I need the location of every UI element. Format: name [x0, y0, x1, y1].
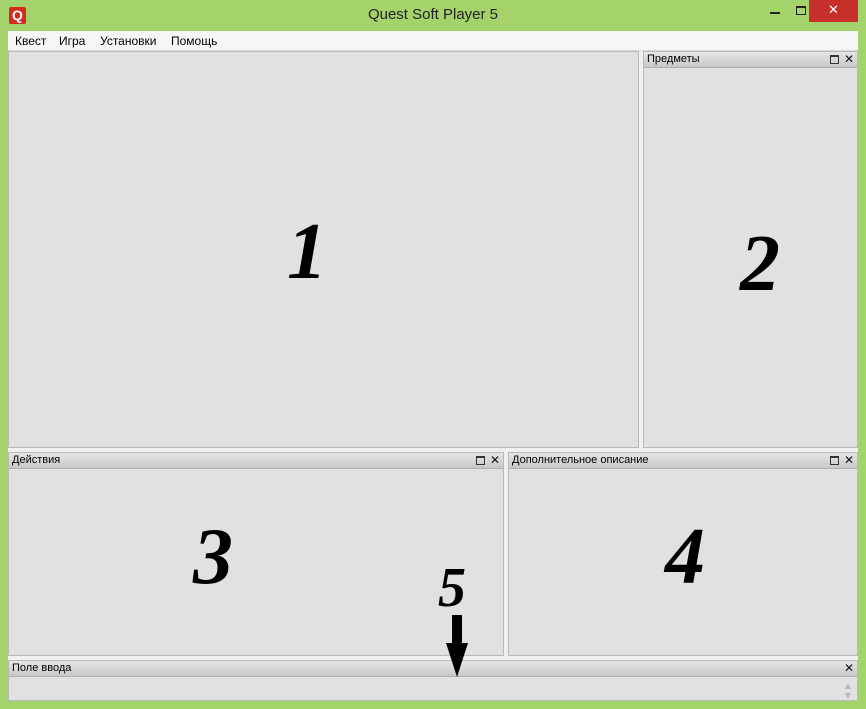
input-panel-header[interactable]: Поле ввода ✕: [9, 661, 857, 677]
input-panel: Поле ввода ✕ ▲ ▼: [8, 660, 858, 701]
menu-bar: Квест Игра Установки Помощь: [8, 31, 858, 51]
panel-number-label: 1: [287, 208, 327, 296]
panel-number-label: 4: [665, 513, 705, 601]
input-number-label: 5: [438, 557, 466, 619]
items-panel[interactable]: Предметы ✕ 2: [643, 51, 858, 448]
items-panel-header[interactable]: Предметы ✕: [644, 52, 857, 68]
minimize-icon: [770, 12, 780, 14]
close-icon: ✕: [828, 3, 839, 18]
panel-close-icon[interactable]: ✕: [844, 52, 854, 67]
down-arrow-icon: [452, 615, 462, 645]
items-panel-title: Предметы: [647, 53, 700, 65]
description-panel-header[interactable]: Дополнительное описание ✕: [509, 453, 857, 469]
panel-restore-icon[interactable]: [830, 55, 839, 64]
menu-item-quest[interactable]: Квест: [15, 34, 46, 48]
panel-number-label: 2: [740, 220, 780, 308]
input-panel-title: Поле ввода: [12, 662, 72, 674]
close-button[interactable]: ✕: [809, 0, 858, 22]
scroll-up-icon[interactable]: ▲: [843, 681, 853, 691]
panel-restore-icon[interactable]: [476, 456, 485, 465]
menu-item-game[interactable]: Игра: [59, 34, 85, 48]
down-arrow-icon: [446, 643, 468, 677]
command-input[interactable]: [9, 678, 841, 700]
panel-number-label: 3: [193, 513, 233, 601]
panel-close-icon[interactable]: ✕: [844, 661, 854, 676]
description-panel-title: Дополнительное описание: [512, 454, 649, 466]
minimize-button[interactable]: [761, 0, 789, 22]
panel-restore-icon[interactable]: [830, 456, 839, 465]
app-window: Q Quest Soft Player 5 ✕ Квест Игра Устан…: [0, 0, 866, 709]
additional-description-panel[interactable]: Дополнительное описание ✕ 4: [508, 452, 858, 656]
panel-close-icon[interactable]: ✕: [490, 453, 500, 468]
panel-close-icon[interactable]: ✕: [844, 453, 854, 468]
title-bar[interactable]: Q Quest Soft Player 5 ✕: [0, 0, 866, 31]
input-scrollbar[interactable]: ▲ ▼: [843, 681, 853, 703]
scroll-down-icon[interactable]: ▼: [843, 691, 853, 701]
menu-item-settings[interactable]: Установки: [100, 34, 156, 48]
main-description-panel[interactable]: 1: [8, 51, 639, 448]
actions-panel-header[interactable]: Действия ✕: [9, 453, 503, 469]
actions-panel[interactable]: Действия ✕ 3: [8, 452, 504, 656]
actions-panel-title: Действия: [12, 454, 61, 466]
maximize-icon: [796, 6, 806, 15]
window-title: Quest Soft Player 5: [367, 6, 499, 23]
menu-item-help[interactable]: Помощь: [171, 34, 217, 48]
